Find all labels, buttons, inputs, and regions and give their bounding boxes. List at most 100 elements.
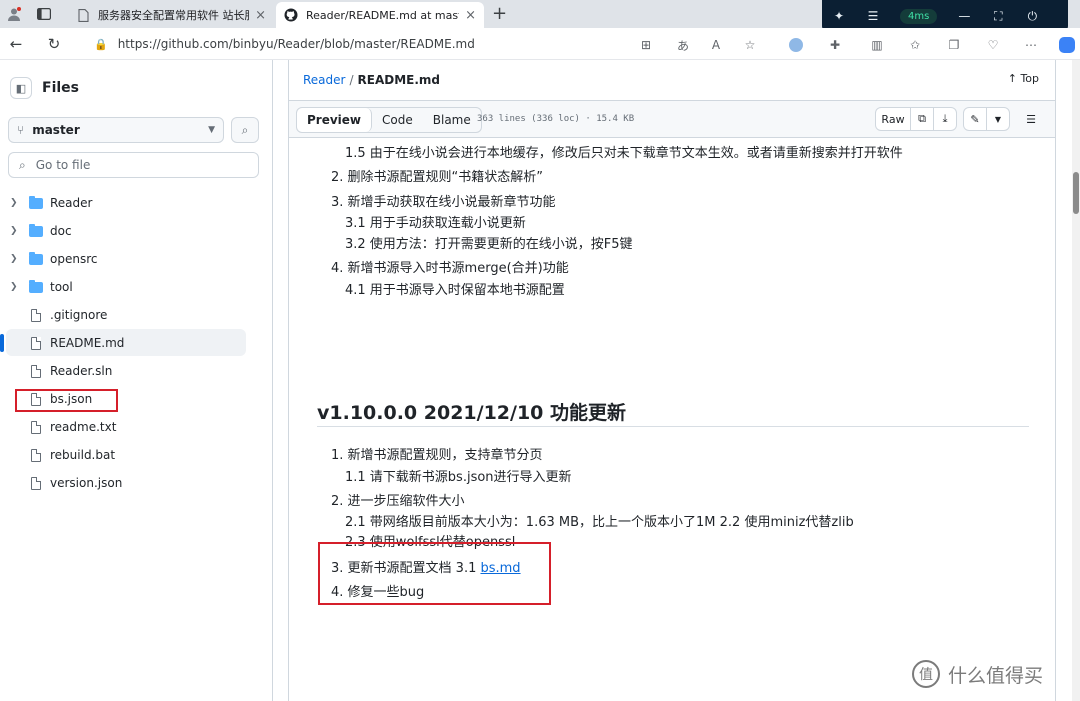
favorite-icon[interactable]: ☆ bbox=[741, 36, 759, 54]
tree-item-tool[interactable]: ❯ tool bbox=[0, 273, 273, 301]
split-screen-icon[interactable]: ▥ bbox=[868, 36, 886, 54]
tree-item-label: tool bbox=[50, 280, 73, 294]
list-item: 4.1 用于书源导入时保留本地书源配置 bbox=[345, 283, 565, 298]
copilot-icon[interactable] bbox=[1058, 36, 1076, 54]
search-icon: ⌕ bbox=[19, 157, 26, 172]
tree-item-label: rebuild.bat bbox=[50, 448, 116, 462]
address-bar-row: ← ↻ 🔒 https://github.com/binbyu/Reader/b… bbox=[0, 28, 1080, 60]
chevron-right-icon[interactable]: ❯ bbox=[10, 198, 18, 208]
selection-indicator bbox=[0, 334, 4, 352]
tab-readme[interactable]: Reader/README.md at master · b × bbox=[276, 2, 484, 28]
list-item: 2. 删除书源配置规则“书籍状态解析” bbox=[331, 170, 544, 185]
menu-icon[interactable]: ☰ bbox=[856, 9, 890, 23]
list-item: 1.5 由于在线小说会进行本地缓存，修改后只对未下载章节文本生效。或者请重新搜索… bbox=[345, 146, 903, 161]
extension-circle-icon[interactable] bbox=[787, 36, 805, 54]
tree-item-reader[interactable]: ❯ Reader bbox=[0, 189, 273, 217]
arrow-up-icon: ↑ bbox=[1007, 72, 1017, 85]
tree-item-label: readme.txt bbox=[50, 420, 117, 434]
file-tree-sidebar: ◧ Files ⑂ master ▼ ⌕ ⌕ Go to file ❯ Read… bbox=[0, 60, 273, 701]
file-icon bbox=[29, 336, 43, 350]
tree-item-rebuild-bat[interactable]: rebuild.bat bbox=[0, 441, 273, 469]
tab-preview[interactable]: Preview bbox=[297, 108, 373, 132]
browser-essentials-icon[interactable]: ♡ bbox=[984, 36, 1002, 54]
tab-blame[interactable]: Blame bbox=[423, 108, 481, 132]
lock-icon: 🔒 bbox=[94, 37, 108, 51]
tree-item-reader-sln[interactable]: Reader.sln bbox=[0, 357, 273, 385]
tree-item-readme-md[interactable]: README.md bbox=[0, 329, 273, 357]
branch-name: master bbox=[32, 123, 80, 137]
edit-icon[interactable]: ✎ bbox=[963, 107, 987, 131]
caret-down-icon: ▼ bbox=[208, 125, 215, 135]
file-icon bbox=[29, 364, 43, 378]
more-icon[interactable]: ⋯ bbox=[1022, 36, 1040, 54]
tab-server-software[interactable]: 服务器安全配置常用软件 站长服 × bbox=[68, 2, 274, 28]
breadcrumb-file: README.md bbox=[357, 73, 440, 87]
list-item: 1. 新增书源配置规则，支持章节分页 bbox=[331, 448, 543, 463]
read-aloud-icon[interactable]: A bbox=[707, 36, 725, 54]
address-bar[interactable]: 🔒 https://github.com/binbyu/Reader/blob/… bbox=[86, 32, 776, 56]
heading-divider bbox=[317, 426, 1029, 427]
go-to-file-input[interactable]: ⌕ Go to file bbox=[8, 152, 259, 178]
tree-item-version-json[interactable]: version.json bbox=[0, 469, 273, 497]
extensions-icon[interactable]: ✚ bbox=[826, 36, 844, 54]
tree-item-readme-txt[interactable]: readme.txt bbox=[0, 413, 273, 441]
chevron-right-icon[interactable]: ❯ bbox=[10, 254, 18, 264]
file-icon bbox=[29, 308, 43, 322]
view-mode-tabs: Preview Code Blame bbox=[296, 107, 482, 133]
tree-item-label: Reader bbox=[50, 196, 93, 210]
chevron-right-icon[interactable]: ❯ bbox=[10, 226, 18, 236]
collapse-panel-icon[interactable]: ◧ bbox=[10, 77, 32, 99]
tab-title: Reader/README.md at master · b bbox=[306, 8, 459, 22]
new-tab-button[interactable]: + bbox=[492, 3, 507, 24]
raw-button[interactable]: Raw bbox=[875, 107, 911, 131]
branch-selector[interactable]: ⑂ master ▼ bbox=[8, 117, 224, 143]
scrollbar-track[interactable] bbox=[1072, 60, 1080, 701]
profile-icon[interactable] bbox=[4, 4, 24, 24]
chevron-down-icon[interactable]: ▼ bbox=[986, 107, 1010, 131]
fullscreen-icon[interactable]: ⛶ bbox=[981, 9, 1015, 24]
search-icon[interactable]: ⌕ bbox=[231, 117, 259, 143]
translate-icon[interactable]: あ bbox=[674, 36, 692, 54]
tab-title: 服务器安全配置常用软件 站长服 bbox=[98, 9, 250, 22]
outline-icon[interactable]: ☰ bbox=[1019, 107, 1043, 131]
file-meta: 363 lines (336 loc) · 15.4 KB bbox=[477, 114, 635, 124]
back-icon[interactable]: ← bbox=[6, 34, 26, 54]
favorites-bar-icon[interactable]: ✩ bbox=[906, 36, 924, 54]
copy-icon[interactable]: ⧉ bbox=[910, 107, 934, 131]
scrollbar-thumb[interactable] bbox=[1073, 172, 1079, 214]
close-tab-icon[interactable]: × bbox=[255, 8, 266, 23]
tree-item-label: .gitignore bbox=[50, 308, 108, 322]
tree-item-label: opensrc bbox=[50, 252, 98, 266]
list-item: 2. 进一步压缩软件大小 bbox=[331, 494, 465, 509]
chevron-right-icon[interactable]: ❯ bbox=[10, 282, 18, 292]
close-tab-icon[interactable]: × bbox=[465, 8, 476, 23]
tree-item-opensrc[interactable]: ❯ opensrc bbox=[0, 245, 273, 273]
power-icon[interactable]: ⏻ bbox=[1015, 9, 1049, 24]
list-item: 3.1 用于手动获取连载小说更新 bbox=[345, 216, 526, 231]
highlight-box-changelog bbox=[318, 542, 551, 605]
app-available-icon[interactable]: ⊞ bbox=[637, 36, 655, 54]
tree-item-doc[interactable]: ❯ doc bbox=[0, 217, 273, 245]
reload-icon[interactable]: ↻ bbox=[44, 34, 64, 54]
tree-item-label: Reader.sln bbox=[50, 364, 113, 378]
top-label: Top bbox=[1020, 72, 1039, 85]
tab-code[interactable]: Code bbox=[372, 108, 423, 132]
breadcrumb: Reader / README.md bbox=[303, 73, 440, 87]
page-icon bbox=[76, 8, 90, 22]
collections-icon[interactable]: ❐ bbox=[945, 36, 963, 54]
breadcrumb-repo-link[interactable]: Reader bbox=[303, 73, 345, 87]
tab-actions-icon[interactable] bbox=[34, 4, 54, 24]
latency-badge: 4ms bbox=[900, 8, 938, 24]
minimize-icon[interactable]: — bbox=[947, 9, 981, 23]
tree-item-gitignore[interactable]: .gitignore bbox=[0, 301, 273, 329]
files-title: Files bbox=[42, 80, 79, 96]
pin-icon[interactable]: ✦ bbox=[822, 9, 856, 23]
file-icon bbox=[29, 448, 43, 462]
file-icon bbox=[29, 476, 43, 490]
top-link[interactable]: ↑ Top bbox=[1008, 72, 1039, 85]
folder-icon bbox=[29, 223, 43, 238]
browser-tab-bar: 服务器安全配置常用软件 站长服 × Reader/README.md at ma… bbox=[0, 0, 1080, 32]
tree-item-label: README.md bbox=[50, 336, 125, 350]
download-icon[interactable]: ⤓ bbox=[933, 107, 957, 131]
folder-icon bbox=[29, 279, 43, 294]
